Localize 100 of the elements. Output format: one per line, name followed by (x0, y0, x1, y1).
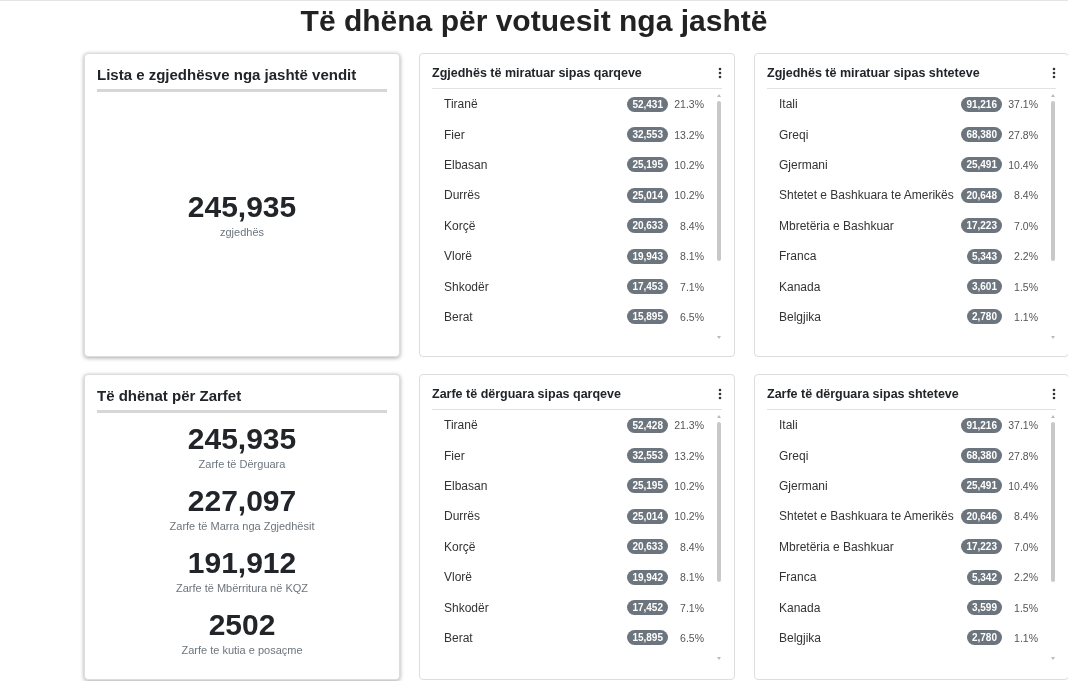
list-item-name: Vlorë (444, 249, 473, 264)
count-badge: 25,491 (961, 478, 1002, 494)
count-badge: 5,342 (966, 569, 1002, 585)
list-item-name: Elbasan (444, 157, 489, 172)
count-badge: 20,646 (961, 508, 1002, 524)
list-item-name: Durrës (444, 188, 481, 203)
count-badge: 20,633 (627, 218, 668, 234)
list-item-name: Elbasan (444, 478, 489, 493)
stat-value: 245,935 (187, 189, 297, 225)
percent-text: 10.2% (673, 189, 704, 202)
more-options-icon[interactable] (718, 388, 722, 400)
stat-value: 2502 (208, 607, 276, 643)
stat-label: Zarfe të Marra nga Zgjedhësit (169, 519, 315, 533)
count-badge: 15,895 (627, 630, 668, 646)
count-badge: 5,343 (966, 248, 1002, 264)
more-options-icon[interactable] (1052, 388, 1056, 400)
count-badge: 25,014 (627, 508, 668, 524)
count-badge: 20,633 (627, 539, 668, 555)
percent-text: 27.8% (1007, 128, 1038, 141)
percent-text: 8.4% (1013, 510, 1038, 523)
percent-text: 7.0% (1013, 219, 1038, 232)
percent-text: 21.3% (673, 419, 704, 432)
percent-text: 6.5% (679, 310, 704, 323)
count-badge: 91,216 (961, 417, 1002, 433)
stat-label: Zarfe te kutia e posaçme (181, 643, 303, 657)
percent-text: 8.1% (679, 250, 704, 263)
percent-text: 8.1% (679, 571, 704, 584)
list-item-name: Franca (779, 249, 818, 264)
percent-text: 37.1% (1007, 98, 1038, 111)
count-badge: 52,431 (627, 96, 668, 112)
count-badge: 25,195 (627, 478, 668, 494)
list-item-name: Itali (779, 418, 799, 433)
list-item-name: Gjermani (779, 478, 829, 493)
card-title: Lista e zgjedhësve nga jashtë vendit (97, 66, 387, 92)
count-badge: 91,216 (961, 96, 1002, 112)
list-item-name: Shkodër (444, 279, 490, 294)
percent-text: 10.4% (1007, 479, 1038, 492)
list-item-name: Vlorë (444, 570, 473, 585)
stat-label: Zarfe të Mbërritura në KQZ (175, 581, 308, 595)
list-item-name: Korçë (444, 218, 477, 233)
stat-value: 191,912 (187, 545, 297, 581)
list-item-name: Shkodër (444, 600, 490, 615)
count-badge: 25,014 (627, 187, 668, 203)
percent-text: 8.4% (1013, 189, 1038, 202)
list-item-name: Gjermani (779, 157, 829, 172)
list-item-name: Mbretëria e Bashkuar (779, 539, 895, 554)
list-item-name: Greqi (779, 127, 810, 142)
count-badge: 32,553 (627, 127, 668, 143)
scrollbar[interactable] (1050, 93, 1056, 341)
count-badge: 32,553 (627, 448, 668, 464)
list-item-name: Belgjika (779, 630, 823, 645)
count-badge: 2,780 (966, 309, 1002, 325)
percent-text: 10.4% (1007, 158, 1038, 171)
count-badge: 3,601 (966, 279, 1002, 295)
count-badge: 15,895 (627, 309, 668, 325)
percent-text: 13.2% (673, 449, 704, 462)
percent-text: 21.3% (673, 98, 704, 111)
percent-text: 13.2% (673, 128, 704, 141)
count-badge: 19,943 (627, 248, 668, 264)
percent-text: 7.1% (679, 280, 704, 293)
more-options-icon[interactable] (718, 67, 722, 79)
count-badge: 25,491 (961, 157, 1002, 173)
percent-text: 27.8% (1007, 449, 1038, 462)
percent-text: 1.1% (1013, 631, 1038, 644)
more-options-icon[interactable] (1052, 67, 1056, 79)
percent-text: 10.2% (673, 479, 704, 492)
count-badge: 17,223 (961, 218, 1002, 234)
percent-text: 1.5% (1013, 280, 1038, 293)
scrollbar[interactable] (1050, 414, 1056, 662)
stat-label: Zarfe të Dërguara (198, 457, 286, 471)
count-badge: 19,942 (627, 569, 668, 585)
percent-text: 1.1% (1013, 310, 1038, 323)
list-item-name: Korçë (444, 539, 477, 554)
list-item-name: Kanada (779, 279, 822, 294)
count-badge: 52,428 (627, 417, 668, 433)
stat-value: 245,935 (187, 421, 297, 457)
card-title: Zgjedhës të miratuar sipas shteteve (767, 66, 980, 80)
scrollbar[interactable] (716, 414, 722, 662)
count-badge: 20,648 (961, 187, 1002, 203)
list-item-name: Mbretëria e Bashkuar (779, 218, 895, 233)
percent-text: 8.4% (679, 219, 704, 232)
percent-text: 1.5% (1013, 601, 1038, 614)
scrollbar[interactable] (716, 93, 722, 341)
list-item-name: Franca (779, 570, 818, 585)
list-item-name: Durrës (444, 509, 481, 524)
list-item-name: Tiranë (444, 418, 479, 433)
percent-text: 6.5% (679, 631, 704, 644)
list-item-name: Greqi (779, 448, 810, 463)
list-item-name: Tiranë (444, 97, 479, 112)
count-badge: 17,453 (627, 279, 668, 295)
list-item-name: Shtetet e Bashkuara te Amerikës (779, 509, 955, 524)
stat-label: zgjedhës (219, 225, 264, 239)
list-item-name: Berat (444, 630, 474, 645)
card-title: Të dhënat për Zarfet (97, 387, 387, 413)
percent-text: 7.1% (679, 601, 704, 614)
page-title: Të dhëna për votuesit nga jashtë (299, 3, 769, 39)
card-title: Zarfe të dërguara sipas shteteve (767, 387, 959, 401)
count-badge: 68,380 (961, 448, 1002, 464)
count-badge: 68,380 (961, 127, 1002, 143)
stat-value: 227,097 (187, 483, 297, 519)
